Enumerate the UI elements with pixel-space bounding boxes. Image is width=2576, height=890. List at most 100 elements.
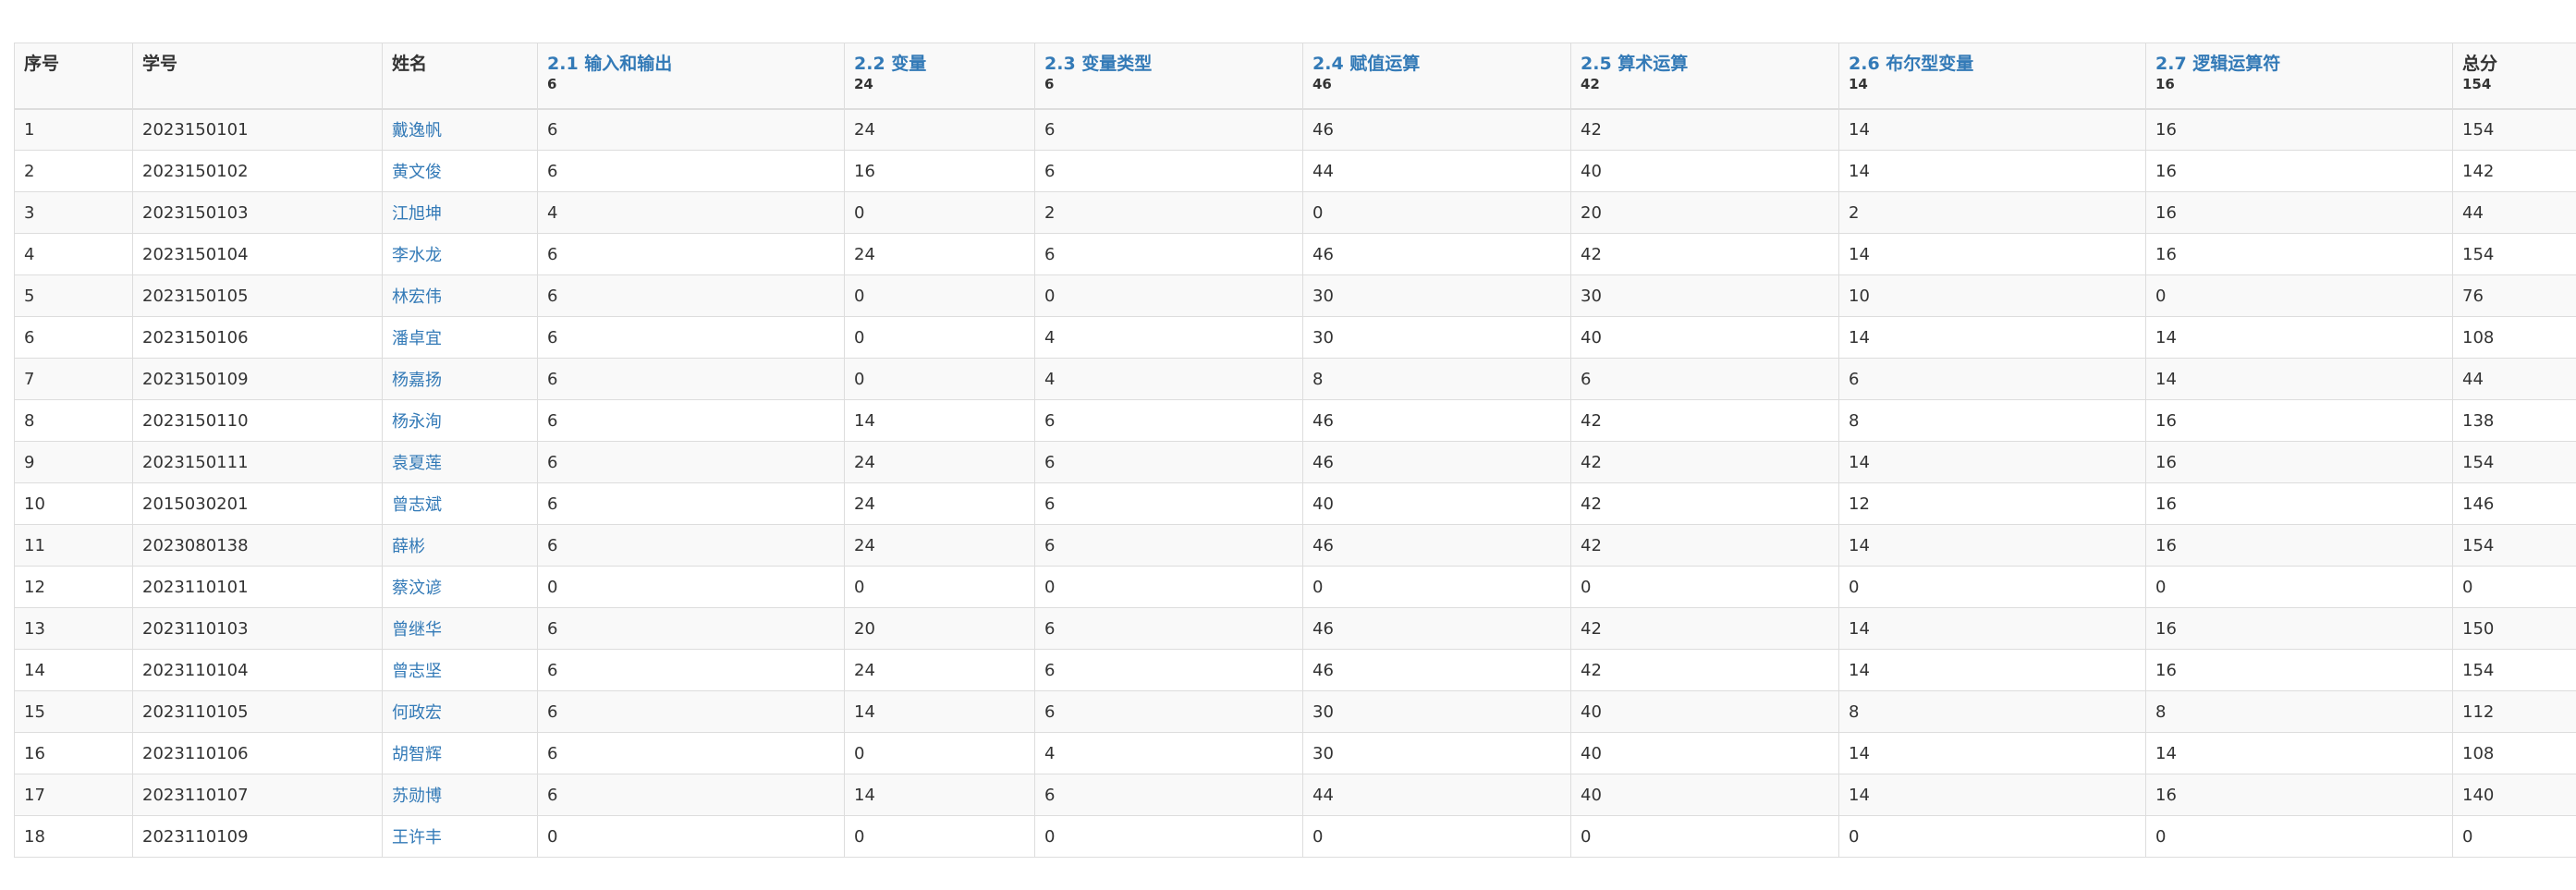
cell-student-id: 2023150105 [132,274,383,317]
topic-max-2-1: 6 [547,76,557,92]
topic-max-2-7: 16 [2155,76,2175,92]
cell-score: 24 [844,233,1035,275]
student-name-link[interactable]: 何政宏 [392,703,442,723]
student-name-link[interactable]: 曾志斌 [392,495,442,515]
cell-score: 46 [1302,607,1571,650]
cell-name: 曾志斌 [382,482,538,525]
cell-score: 8 [2145,690,2453,733]
cell-score: 40 [1570,774,1839,816]
table-row: 13 2023110103 曾继华 6 20 6 46 42 14 16 150 [14,607,2576,650]
table-row: 12 2023110101 蔡汶谚 0 0 0 0 0 0 0 0 [14,566,2576,608]
student-name-link[interactable]: 黄文俊 [392,163,442,182]
table-row: 11 2023080138 薛彬 6 24 6 46 42 14 16 154 [14,524,2576,567]
cell-total: 112 [2452,690,2576,733]
cell-score: 46 [1302,649,1571,691]
topic-link-2-4[interactable]: 2.4 赋值运算 [1312,53,1561,75]
cell-score: 6 [537,482,845,525]
table-row: 2 2023150102 黄文俊 6 16 6 44 40 14 16 142 [14,150,2576,192]
cell-score: 24 [844,649,1035,691]
table-row: 9 2023150111 袁夏莲 6 24 6 46 42 14 16 154 [14,441,2576,483]
student-name-link[interactable]: 李水龙 [392,246,442,265]
cell-score: 24 [844,482,1035,525]
student-name-link[interactable]: 林宏伟 [392,287,442,307]
table-row: 6 2023150106 潘卓宜 6 0 4 30 40 14 14 108 [14,316,2576,359]
table-row: 1 2023150101 戴逸帆 6 24 6 46 42 14 16 154 [14,108,2576,151]
topic-link-2-6[interactable]: 2.6 布尔型变量 [1849,53,2136,75]
cell-score: 16 [2145,399,2453,442]
cell-score: 14 [1838,524,2146,567]
cell-score: 0 [844,316,1035,359]
cell-student-id: 2023110104 [132,649,383,691]
cell-score: 14 [1838,649,2146,691]
cell-score: 40 [1570,150,1839,192]
cell-name: 杨嘉扬 [382,358,538,400]
cell-total: 44 [2452,191,2576,234]
cell-score: 6 [1034,482,1303,525]
student-name-link[interactable]: 苏勋博 [392,786,442,806]
cell-student-id: 2023150110 [132,399,383,442]
cell-score: 6 [537,233,845,275]
cell-name: 江旭坤 [382,191,538,234]
cell-total: 44 [2452,358,2576,400]
cell-score: 6 [537,150,845,192]
table-row: 7 2023150109 杨嘉扬 6 0 4 8 6 6 14 44 [14,358,2576,400]
student-name-link[interactable]: 江旭坤 [392,204,442,224]
cell-score: 6 [1034,150,1303,192]
student-name-link[interactable]: 曾继华 [392,620,442,640]
student-name-link[interactable]: 薛彬 [392,537,425,556]
student-name-link[interactable]: 潘卓宜 [392,329,442,348]
topic-link-2-7[interactable]: 2.7 逻辑运算符 [2155,53,2443,75]
cell-score: 6 [537,108,845,151]
student-name-link[interactable]: 杨永洵 [392,412,442,432]
topic-link-2-3[interactable]: 2.3 变量类型 [1044,53,1293,75]
cell-score: 30 [1302,274,1571,317]
table-header: 序号 学号 姓名 2.1 输入和输出 6 2.2 变量 24 2.3 变量类型 … [14,43,2576,110]
student-name-link[interactable]: 王许丰 [392,828,442,847]
cell-student-id: 2023110105 [132,690,383,733]
student-name-link[interactable]: 蔡汶谚 [392,579,442,598]
topic-link-2-1[interactable]: 2.1 输入和输出 [547,53,835,75]
cell-score: 6 [1034,774,1303,816]
student-name-link[interactable]: 曾志坚 [392,662,442,681]
cell-score: 6 [537,607,845,650]
cell-score: 0 [1570,566,1839,608]
cell-score: 0 [1302,815,1571,858]
topic-link-2-2[interactable]: 2.2 变量 [854,53,1025,75]
cell-score: 0 [537,566,845,608]
student-name-link[interactable]: 袁夏莲 [392,454,442,473]
cell-score: 0 [1302,566,1571,608]
cell-score: 6 [537,316,845,359]
cell-total: 154 [2452,441,2576,483]
topic-link-2-5[interactable]: 2.5 算术运算 [1581,53,1829,75]
cell-score: 44 [1302,774,1571,816]
cell-student-id: 2023150101 [132,108,383,151]
cell-score: 0 [1302,191,1571,234]
student-name-link[interactable]: 胡智辉 [392,745,442,764]
cell-score: 14 [1838,441,2146,483]
cell-score: 14 [1838,316,2146,359]
header-student-id: 学号 [132,43,383,110]
header-topic-2-1: 2.1 输入和输出 6 [537,43,845,110]
cell-score: 0 [2145,815,2453,858]
cell-seq: 6 [14,316,133,359]
header-row: 序号 学号 姓名 2.1 输入和输出 6 2.2 变量 24 2.3 变量类型 … [14,43,2576,110]
header-seq: 序号 [14,43,133,110]
cell-score: 30 [1302,732,1571,774]
cell-score: 24 [844,108,1035,151]
cell-score: 6 [537,441,845,483]
student-name-link[interactable]: 杨嘉扬 [392,371,442,390]
cell-total: 0 [2452,815,2576,858]
cell-total: 146 [2452,482,2576,525]
header-topic-2-2: 2.2 变量 24 [844,43,1035,110]
cell-total: 108 [2452,732,2576,774]
topic-max-2-4: 46 [1312,76,1332,92]
cell-score: 0 [844,191,1035,234]
cell-score: 16 [2145,774,2453,816]
cell-score: 46 [1302,233,1571,275]
cell-score: 8 [1302,358,1571,400]
student-name-link[interactable]: 戴逸帆 [392,121,442,140]
cell-score: 14 [2145,358,2453,400]
cell-student-id: 2023110101 [132,566,383,608]
topic-max-2-5: 42 [1581,76,1600,92]
cell-score: 6 [1570,358,1839,400]
